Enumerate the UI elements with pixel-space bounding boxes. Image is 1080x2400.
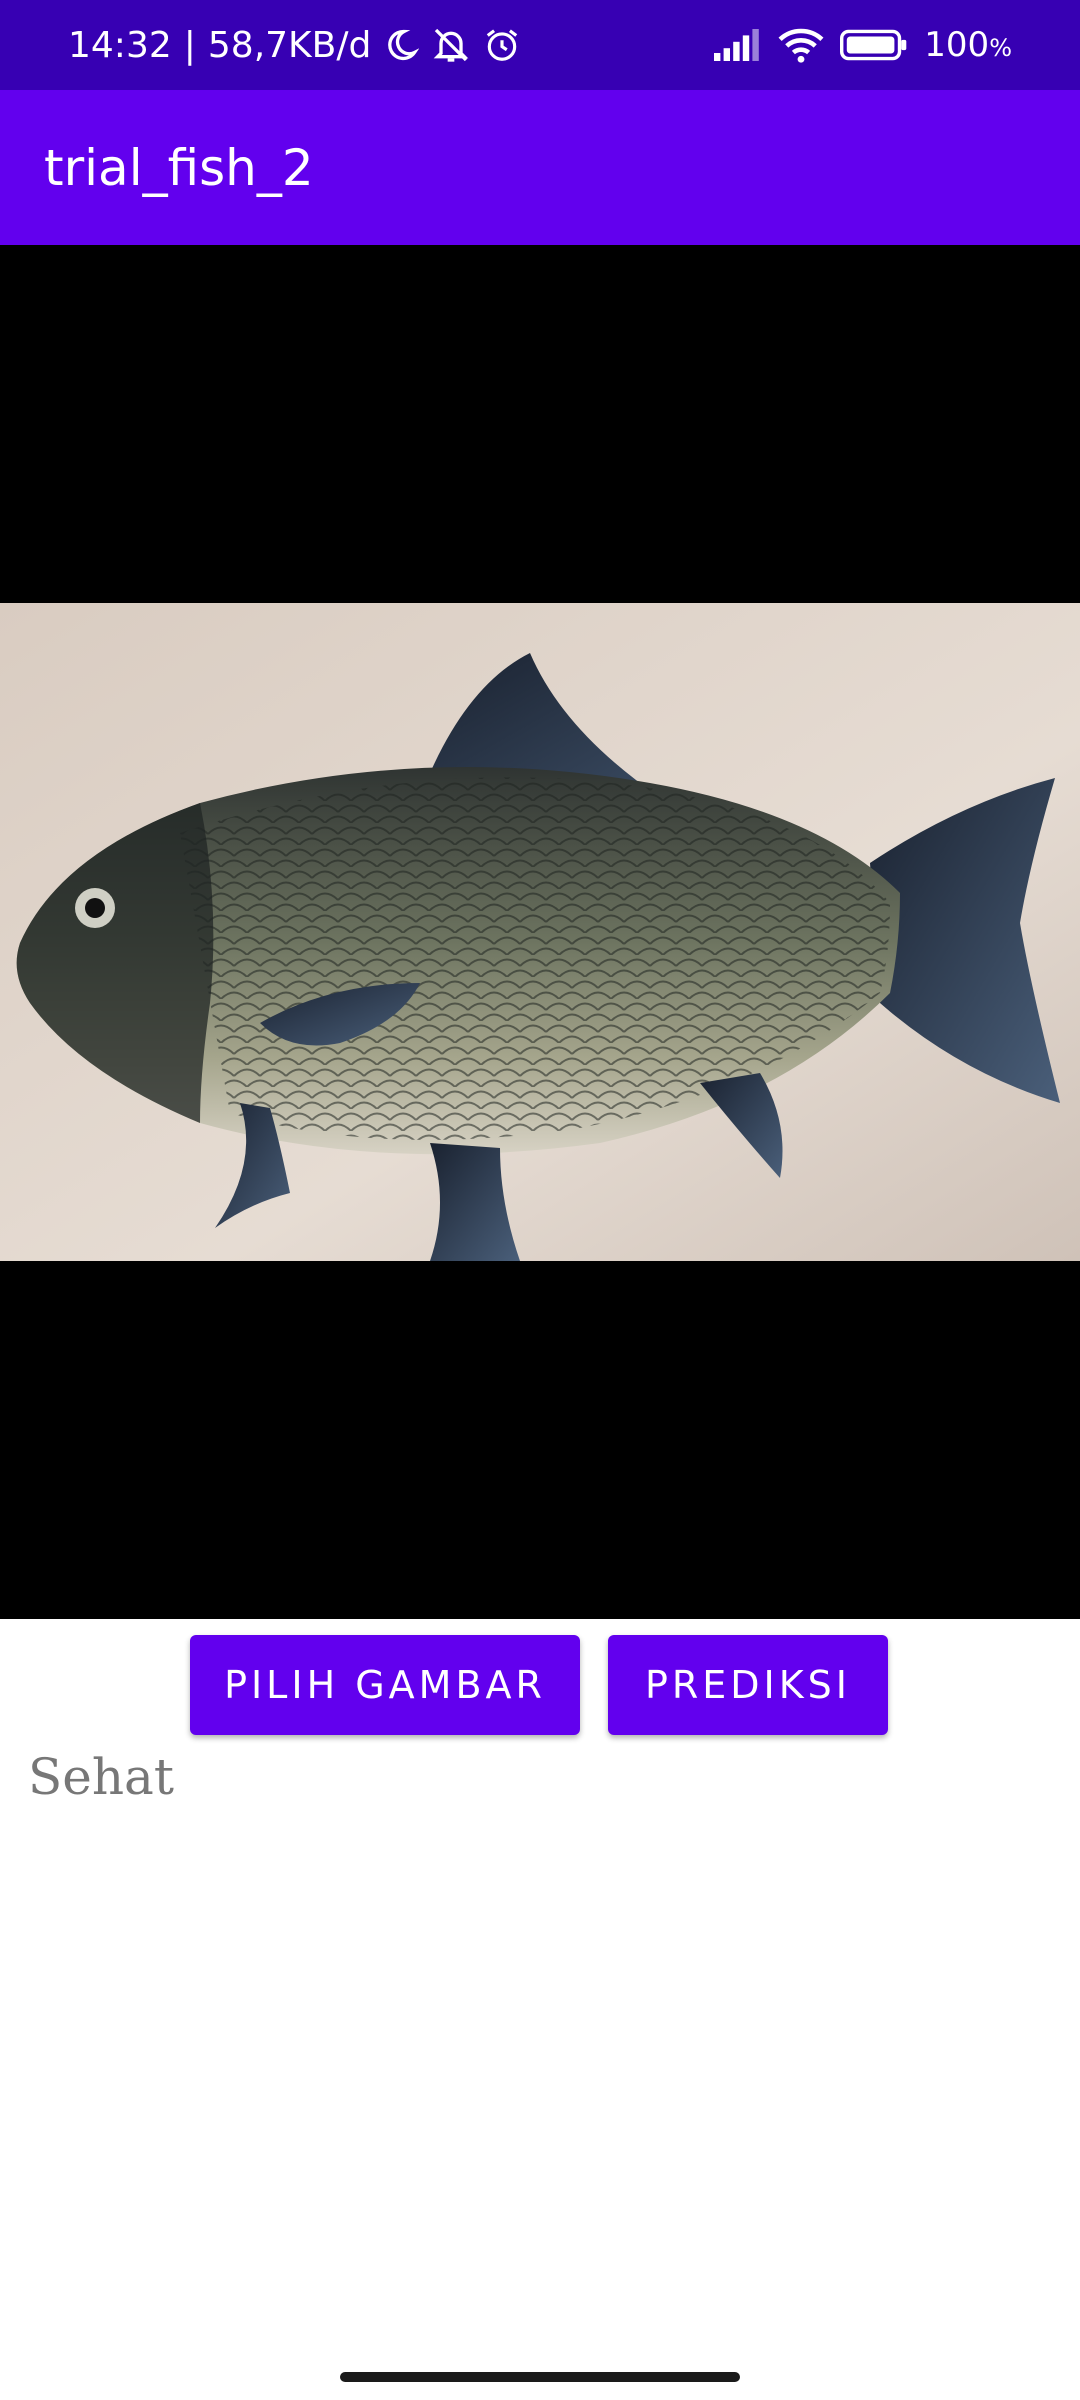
predict-button[interactable]: PREDIKSI xyxy=(608,1635,888,1735)
fish-image xyxy=(0,603,1080,1261)
app-bar: trial_fish_2 xyxy=(0,90,1080,245)
battery-percent-sign: % xyxy=(989,34,1012,62)
prediction-result: Sehat xyxy=(28,1748,174,1806)
battery-percent-value: 100 xyxy=(924,25,990,65)
status-bar: 14:32 | 58,7KB/d 100% xyxy=(0,0,1080,90)
status-left-group: 14:32 | 58,7KB/d xyxy=(68,0,521,90)
moon-icon xyxy=(383,27,420,63)
pick-image-button[interactable]: PILIH GAMBAR xyxy=(190,1635,580,1735)
wifi-icon xyxy=(778,26,824,64)
app-title: trial_fish_2 xyxy=(44,138,314,197)
status-time: 14:32 xyxy=(68,24,172,66)
battery-icon xyxy=(840,28,908,62)
image-view xyxy=(0,245,1080,1619)
mute-icon xyxy=(431,25,471,65)
network-speed: 58,7KB/d xyxy=(207,24,372,66)
home-indicator[interactable] xyxy=(340,2372,740,2382)
battery-percent: 100% xyxy=(924,25,1012,65)
status-right-group: 100% xyxy=(714,0,1012,90)
alarm-icon xyxy=(483,26,521,64)
button-row: PILIH GAMBAR PREDIKSI xyxy=(0,1635,1080,1735)
status-separator: | xyxy=(183,24,196,66)
signal-icon xyxy=(714,29,762,61)
